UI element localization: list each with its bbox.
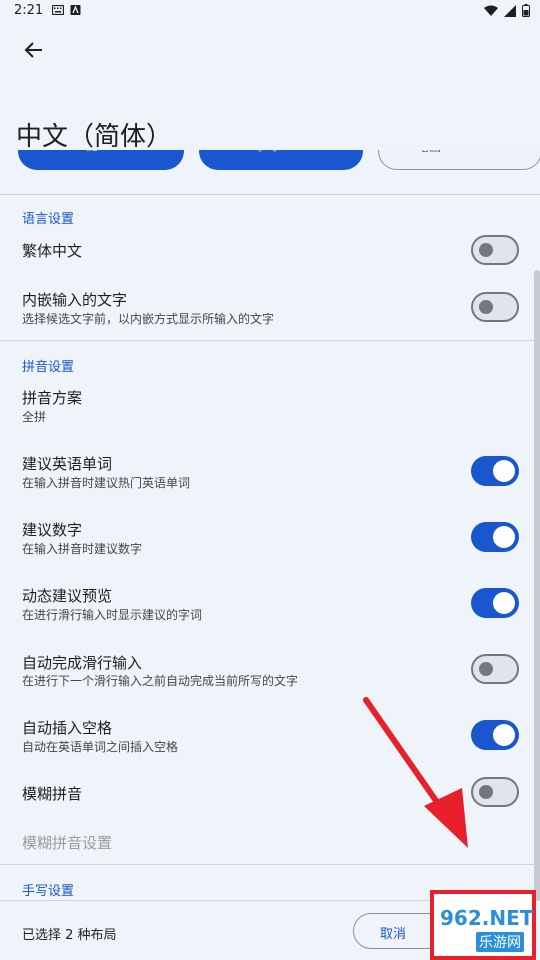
row-fuzzy-pinyin[interactable]: 模糊拼音 bbox=[22, 783, 82, 804]
toggle-traditional-chinese[interactable] bbox=[471, 235, 519, 265]
app-notification-icon bbox=[70, 5, 81, 15]
chip-label: 笔画 bbox=[417, 150, 441, 155]
toggle-fuzzy-pinyin[interactable] bbox=[471, 777, 519, 807]
toggle-dynamic-preview[interactable] bbox=[471, 588, 519, 618]
chip-label: 字母 bbox=[255, 150, 279, 154]
status-time: 2:21 bbox=[14, 3, 44, 18]
row-auto-space[interactable]: 自动插入空格 bbox=[22, 717, 112, 738]
row-inline-input[interactable]: 内嵌输入的文字 bbox=[22, 289, 127, 310]
layout-chips: 9 键 字母 笔画 bbox=[0, 150, 540, 172]
watermark-bottom-text: 乐游网 bbox=[476, 932, 524, 952]
chip-label: 9 键 bbox=[74, 150, 97, 154]
toggle-suggest-numbers[interactable] bbox=[471, 522, 519, 552]
row-pinyin-scheme-value: 全拼 bbox=[22, 410, 47, 424]
back-button[interactable] bbox=[20, 36, 48, 64]
wifi-icon bbox=[484, 5, 498, 16]
signal-icon bbox=[504, 4, 516, 17]
row-auto-complete-glide-subtitle: 在进行下一个滑行输入之前自动完成当前所写的文字 bbox=[22, 674, 299, 688]
page-title: 中文（简体） bbox=[16, 122, 173, 152]
toggle-knob bbox=[493, 592, 515, 614]
toggle-knob bbox=[479, 662, 493, 676]
row-traditional-chinese[interactable]: 繁体中文 bbox=[22, 240, 82, 261]
keyboard-icon bbox=[52, 5, 64, 15]
selected-layouts-text: 已选择 2 种布局 bbox=[22, 928, 117, 943]
toggle-suggest-english[interactable] bbox=[471, 456, 519, 486]
row-dynamic-preview-subtitle: 在进行滑行输入时显示建议的字词 bbox=[22, 608, 203, 622]
row-suggest-english-subtitle: 在输入拼音时建议热门英语单词 bbox=[22, 476, 191, 490]
chip-9-key[interactable]: 9 键 bbox=[18, 150, 184, 170]
section-handwriting: 手写设置 bbox=[22, 884, 75, 899]
row-fuzzy-pinyin-settings: 模糊拼音设置 bbox=[22, 834, 113, 852]
watermark-top-text: 962.NET bbox=[440, 906, 534, 930]
row-dynamic-preview[interactable]: 动态建议预览 bbox=[22, 585, 112, 606]
toggle-knob bbox=[493, 724, 515, 746]
cancel-button-label: 取消 bbox=[380, 927, 407, 942]
row-suggest-english[interactable]: 建议英语单词 bbox=[22, 453, 112, 474]
toggle-knob bbox=[493, 460, 515, 482]
row-auto-space-subtitle: 自动在英语单词之间插入空格 bbox=[22, 740, 179, 754]
divider bbox=[0, 864, 540, 865]
toggle-knob bbox=[493, 526, 515, 548]
row-pinyin-scheme[interactable]: 拼音方案 bbox=[22, 387, 82, 408]
divider bbox=[0, 340, 540, 341]
toggle-auto-complete-glide[interactable] bbox=[471, 654, 519, 684]
watermark-logo: 962.NET 乐游网 bbox=[436, 904, 534, 956]
battery-icon bbox=[522, 4, 530, 17]
row-suggest-numbers[interactable]: 建议数字 bbox=[22, 519, 82, 540]
status-bar: 2:21 bbox=[0, 0, 540, 22]
row-inline-input-subtitle: 选择候选文字前，以内嵌方式显示所输入的文字 bbox=[22, 312, 275, 326]
chip-letters[interactable]: 字母 bbox=[199, 150, 363, 170]
scrollbar[interactable] bbox=[534, 270, 540, 910]
toggle-knob bbox=[479, 300, 493, 314]
toggle-inline-input[interactable] bbox=[471, 292, 519, 322]
row-suggest-numbers-subtitle: 在输入拼音时建议数字 bbox=[22, 542, 143, 556]
arrow-back-icon bbox=[24, 42, 42, 58]
settings-list[interactable]: 语言设置 繁体中文 内嵌输入的文字 选择候选文字前，以内嵌方式显示所输入的文字 … bbox=[0, 195, 540, 900]
section-pinyin: 拼音设置 bbox=[22, 360, 75, 375]
chip-stroke[interactable]: 笔画 bbox=[378, 150, 540, 170]
row-auto-complete-glide[interactable]: 自动完成滑行输入 bbox=[22, 652, 142, 673]
toggle-knob bbox=[479, 243, 493, 257]
toggle-knob bbox=[479, 785, 493, 799]
section-language: 语言设置 bbox=[22, 212, 75, 227]
toggle-auto-space[interactable] bbox=[471, 720, 519, 750]
